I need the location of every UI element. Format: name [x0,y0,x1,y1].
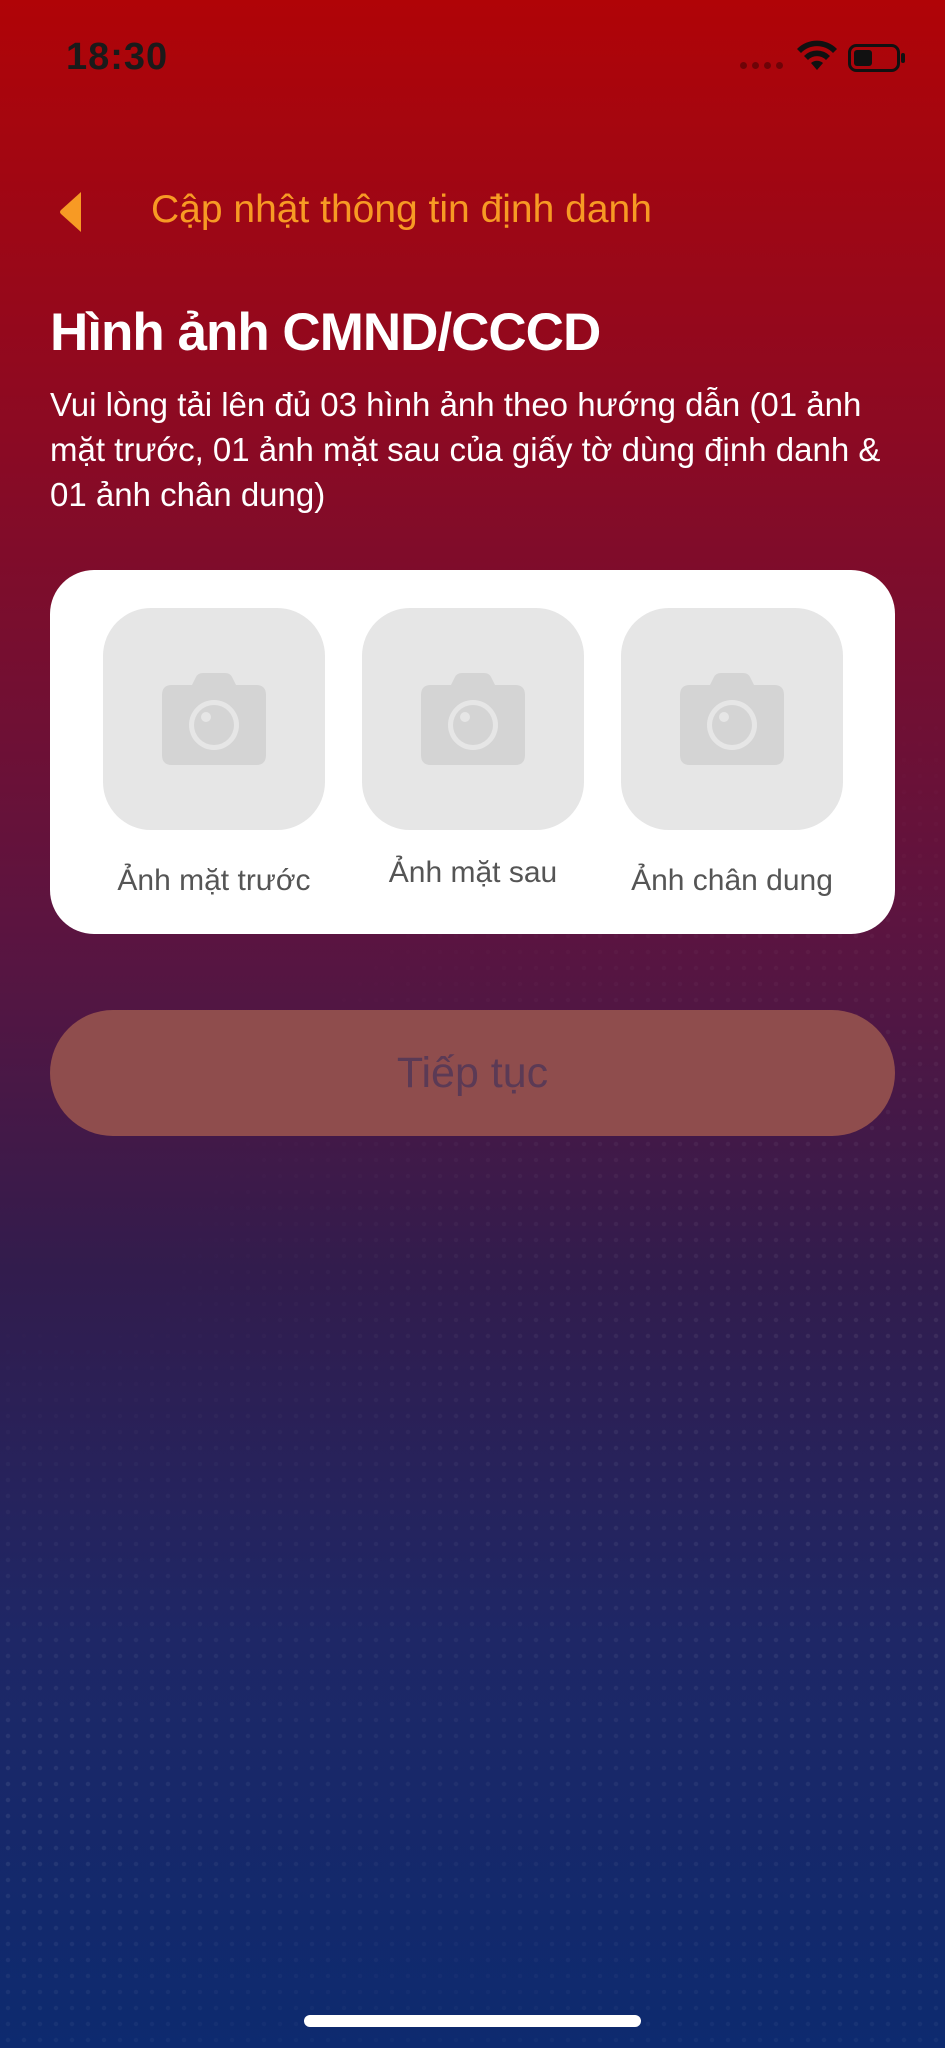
nav-title: Cập nhật thông tin định danh [151,188,652,231]
status-time: 18:30 [66,36,169,78]
instructions-text: Vui lòng tải lên đủ 03 hình ảnh theo hướ… [50,386,881,513]
page-title: Hình ảnh CMND/CCCD [50,303,601,362]
camera-icon [680,673,784,765]
home-indicator [304,2015,641,2027]
front-photo-upload[interactable]: Ảnh mặt trước [103,608,325,898]
back-photo-placeholder[interactable] [362,608,584,830]
cellular-signal-icon [740,62,784,69]
status-bar: 18:30 [0,0,945,120]
navigation-bar: Cập nhật thông tin định danh [0,180,945,250]
chevron-left-icon [60,192,81,232]
continue-button[interactable]: Tiếp tục [50,1010,895,1136]
back-button[interactable] [40,180,100,244]
camera-icon [421,673,525,765]
photo-upload-card: Ảnh mặt trước Ảnh mặt sau Ảnh chân dung [50,570,895,934]
portrait-photo-label: Ảnh chân dung [631,864,833,897]
back-photo-label: Ảnh mặt sau [388,856,558,889]
camera-icon [162,673,266,765]
front-photo-placeholder[interactable] [103,608,325,830]
portrait-photo-placeholder[interactable] [621,608,843,830]
front-photo-label: Ảnh mặt trước [117,864,311,897]
battery-icon [848,44,905,72]
portrait-photo-upload[interactable]: Ảnh chân dung [621,608,843,898]
wifi-icon [797,40,837,70]
back-photo-upload[interactable]: Ảnh mặt sau [362,608,584,890]
